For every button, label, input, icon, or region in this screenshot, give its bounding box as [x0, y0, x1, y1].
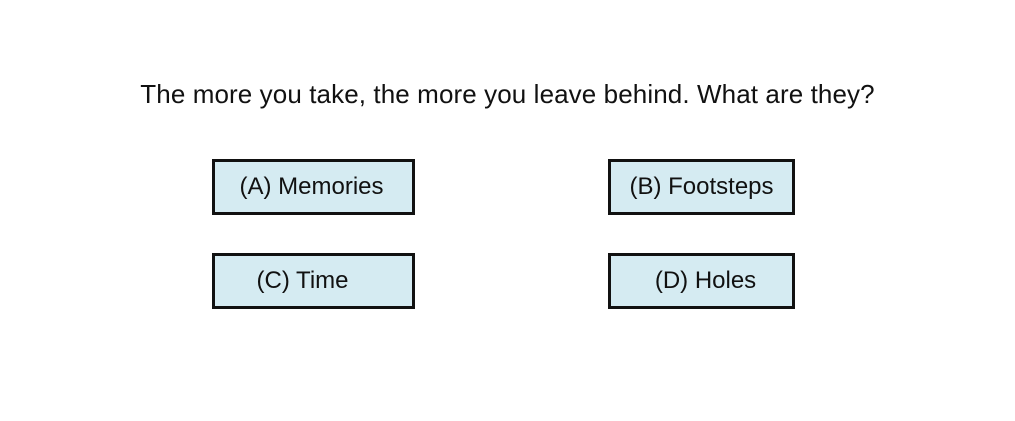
option-c-button[interactable]: (C) Time [212, 253, 415, 309]
option-d-button[interactable]: (D) Holes [608, 253, 795, 309]
riddle-question: The more you take, the more you leave be… [140, 79, 875, 109]
option-a-label: (A) Memories [239, 173, 384, 200]
option-d-label: (D) Holes [654, 267, 757, 294]
option-b-label: (B) Footsteps [629, 173, 774, 200]
option-c-label: (C) Time [256, 267, 349, 294]
option-b-button[interactable]: (B) Footsteps [608, 159, 795, 215]
option-a-button[interactable]: (A) Memories [212, 159, 415, 215]
